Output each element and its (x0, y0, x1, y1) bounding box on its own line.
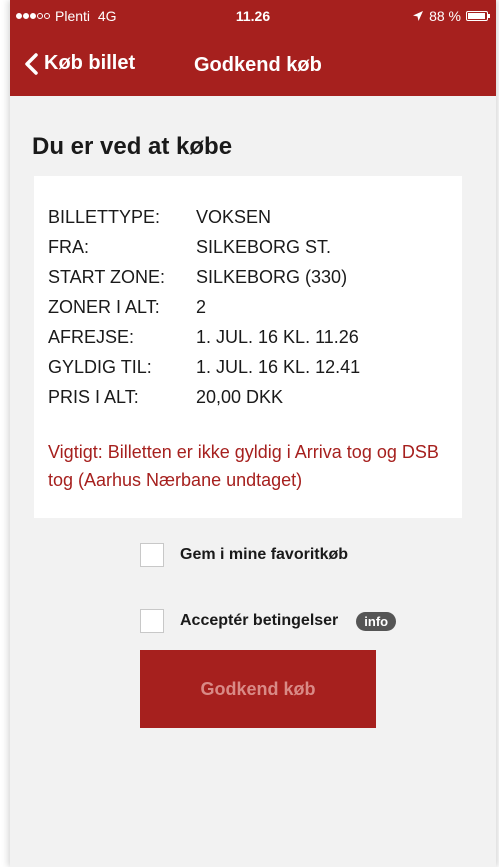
battery-percent: 88 % (429, 8, 461, 24)
favorite-checkbox[interactable] (140, 543, 164, 567)
row-label: ZONER I ALT: (48, 296, 160, 317)
ticket-row: AFREJSE: 1. JUL. 16 KL. 11.26 (48, 322, 360, 352)
terms-option: Acceptér betingelser info (140, 609, 397, 633)
row-label: BILLETTYPE: (48, 206, 161, 227)
status-bar: Plenti 4G 11.26 88 % (10, 0, 496, 32)
info-button[interactable]: info (356, 611, 397, 631)
row-value: 2 (196, 296, 207, 317)
ticket-row: START ZONE: SILKEBORG (330) (48, 262, 360, 292)
terms-checkbox[interactable] (140, 609, 164, 633)
row-label: FRA: (48, 236, 90, 257)
validity-warning: Vigtigt: Billetten er ikke gyldig i Arri… (48, 442, 439, 490)
ticket-row: ZONER I ALT: 2 (48, 292, 360, 322)
section-heading: Du er ved at købe (32, 133, 233, 160)
ticket-summary-card: BILLETTYPE: VOKSEN FRA: SILKEBORG ST. ST… (34, 176, 462, 518)
row-value: SILKEBORG ST. (196, 236, 332, 257)
back-button-label: Køb billet (44, 52, 136, 74)
page-title: Godkend køb (194, 54, 322, 76)
ticket-row: BILLETTYPE: VOKSEN (48, 202, 360, 232)
ticket-details: BILLETTYPE: VOKSEN FRA: SILKEBORG ST. ST… (48, 202, 360, 412)
nav-bar: Køb billet Godkend køb (10, 32, 496, 96)
battery-icon (466, 11, 490, 21)
status-right: 88 % (412, 8, 490, 24)
favorite-option: Gem i mine favoritkøb (140, 543, 348, 567)
phone-screen: Plenti 4G 11.26 88 % Køb billet Godkend … (10, 0, 496, 867)
row-label: GYLDIG TIL: (48, 356, 152, 377)
favorite-label: Gem i mine favoritkøb (180, 546, 349, 563)
terms-label: Acceptér betingelser (180, 612, 339, 629)
row-value: 20,00 DKK (196, 386, 284, 407)
row-value: 1. JUL. 16 KL. 11.26 (196, 326, 359, 347)
chevron-left-icon (25, 52, 38, 75)
location-arrow-icon (413, 11, 424, 21)
row-value: SILKEBORG (330) (196, 266, 348, 287)
row-label: PRIS I ALT: (48, 386, 139, 407)
confirm-purchase-button[interactable]: Godkend køb (140, 650, 376, 728)
ticket-row: FRA: SILKEBORG ST. (48, 232, 360, 262)
row-label: AFREJSE: (48, 326, 135, 347)
row-value: VOKSEN (196, 206, 272, 227)
row-label: START ZONE: (48, 266, 166, 287)
back-button[interactable]: Køb billet (24, 52, 135, 75)
row-value: 1. JUL. 16 KL. 12.41 (196, 356, 361, 377)
ticket-row: PRIS I ALT: 20,00 DKK (48, 382, 360, 412)
ticket-row: GYLDIG TIL: 1. JUL. 16 KL. 12.41 (48, 352, 360, 382)
